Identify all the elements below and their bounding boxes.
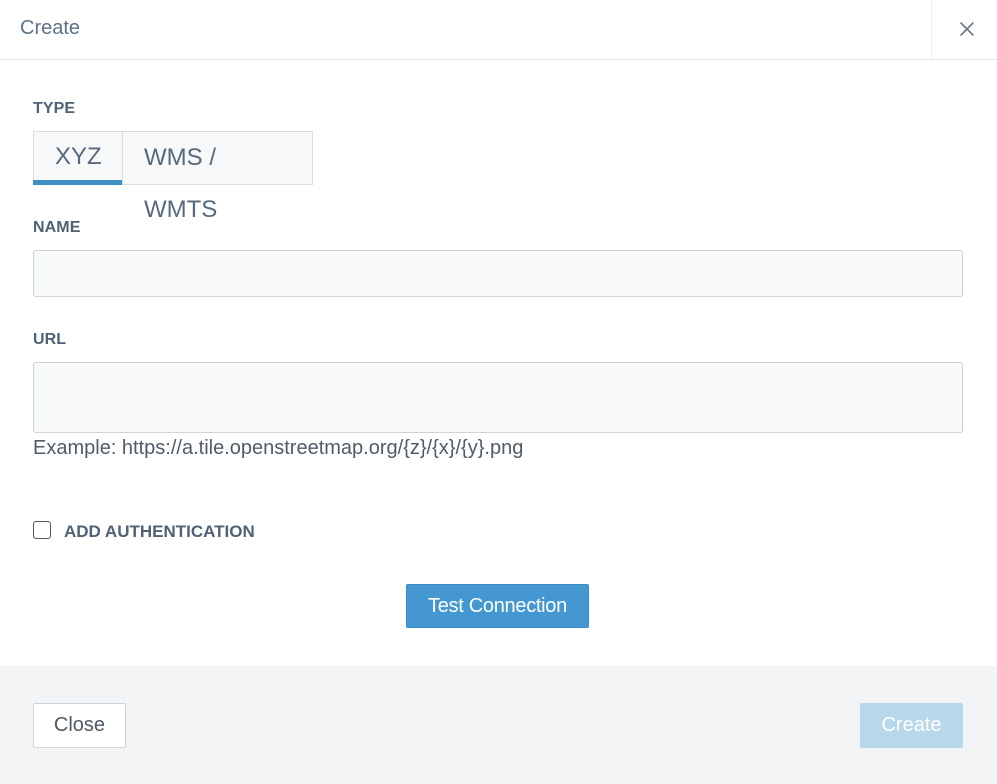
create-button[interactable]: Create <box>860 703 963 748</box>
url-input[interactable] <box>33 362 963 433</box>
add-authentication-checkbox[interactable] <box>33 521 51 539</box>
header-close-button[interactable] <box>931 0 997 59</box>
close-icon <box>960 22 974 36</box>
modal-footer: Close Create <box>0 666 997 784</box>
tab-xyz[interactable]: XYZ <box>33 131 122 185</box>
type-label: TYPE <box>33 100 76 117</box>
url-label: URL <box>33 331 67 348</box>
tab-wms-wmts[interactable]: WMS / WMTS <box>122 131 313 223</box>
url-example-hint: Example: https://a.tile.openstreetmap.or… <box>33 437 524 459</box>
add-authentication-label[interactable]: ADD AUTHENTICATION <box>64 522 255 542</box>
name-label: NAME <box>33 219 81 236</box>
close-button[interactable]: Close <box>33 703 126 748</box>
test-connection-button[interactable]: Test Connection <box>406 584 589 628</box>
modal-header: Create <box>0 0 997 60</box>
modal-title: Create <box>20 17 81 39</box>
type-tabs: XYZ WMS / WMTS <box>33 131 313 223</box>
name-input[interactable] <box>33 250 963 297</box>
